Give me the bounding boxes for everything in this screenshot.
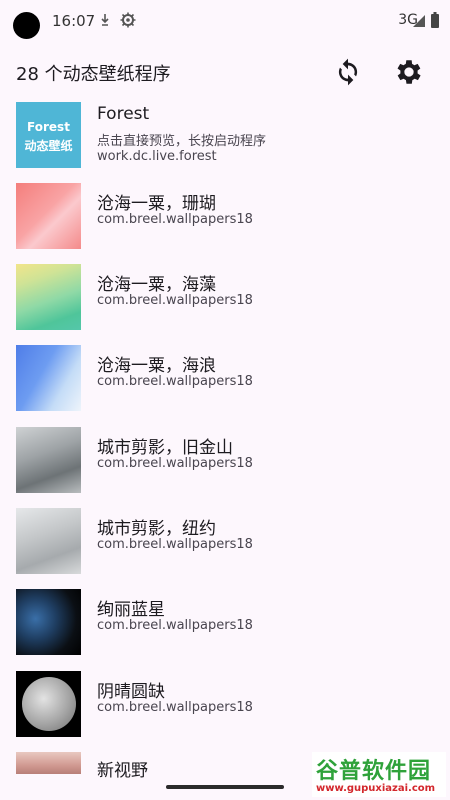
battery-icon [431,12,439,28]
item-package: com.breel.wallpapers18 [97,700,253,715]
gesture-nav-handle[interactable] [166,785,284,789]
list-item-forest[interactable]: Forest 动态壁纸 Forest 点击直接预览，长按启动程序 work.dc… [0,102,450,182]
settings-button[interactable] [393,56,425,88]
item-title: 沧海一粟，海藻 [97,275,216,295]
status-bar: 16:07 3G [0,0,450,44]
item-package: com.breel.wallpapers18 [97,374,253,389]
item-title: 沧海一粟，海浪 [97,356,216,376]
thumbnail-forest: Forest 动态壁纸 [16,102,81,168]
watermark-url: www.gupuxiazai.com [316,783,436,794]
signal-icon [413,15,425,27]
refresh-button[interactable] [332,56,364,88]
item-title: 阴晴圆缺 [97,682,165,702]
watermark-title: 谷普软件园 [316,759,432,784]
item-title: Forest [97,104,150,124]
item-package: com.breel.wallpapers18 [97,618,253,633]
camera-cutout [13,12,40,39]
item-title: 绚丽蓝星 [97,600,165,620]
item-package: com.breel.wallpapers18 [97,212,253,227]
refresh-icon [338,58,358,86]
list-item-coral[interactable]: 沧海一粟，珊瑚 com.breel.wallpapers18 [0,183,450,263]
thumbnail-city-ny [16,508,81,574]
page-title: 28 个动态壁纸程序 [16,64,171,85]
item-package: com.breel.wallpapers18 [97,293,253,308]
list-item-wave[interactable]: 沧海一粟，海浪 com.breel.wallpapers18 [0,345,450,425]
item-title: 城市剪影，纽约 [97,519,216,539]
item-title: 沧海一粟，珊瑚 [97,194,216,214]
moon-image [22,677,76,731]
list-item-city-ny[interactable]: 城市剪影，纽约 com.breel.wallpapers18 [0,508,450,588]
list-item-earth[interactable]: 绚丽蓝星 com.breel.wallpapers18 [0,589,450,669]
watermark-logo: 谷普软件园 www.gupuxiazai.com [312,752,446,797]
thumbnail-moon [16,671,81,737]
app-bar: 28 个动态壁纸程序 [0,44,450,100]
thumbnail-earth [16,589,81,655]
thumbnail-wave [16,345,81,411]
item-title: 新视野 [97,761,148,781]
download-arrow-icon [101,14,109,26]
item-package: com.breel.wallpapers18 [97,456,253,471]
list-item-seaweed[interactable]: 沧海一粟，海藻 com.breel.wallpapers18 [0,264,450,344]
item-description: 点击直接预览，长按启动程序 [97,134,267,149]
item-package: com.breel.wallpapers18 [97,537,253,552]
settings-icon [397,60,421,84]
thumbnail-seaweed [16,264,81,330]
thumbnail-text-2: 动态壁纸 [24,139,73,153]
thumbnail-text-1: Forest [27,120,70,134]
thumbnail-coral [16,183,81,249]
item-package: work.dc.live.forest [97,149,217,164]
list-item-city-sf[interactable]: 城市剪影，旧金山 com.breel.wallpapers18 [0,427,450,507]
status-time: 16:07 [52,12,96,30]
settings-gear-icon [120,12,136,28]
thumbnail-new-view [16,752,81,774]
thumbnail-city-sf [16,427,81,493]
item-title: 城市剪影，旧金山 [97,438,233,458]
list-item-moon[interactable]: 阴晴圆缺 com.breel.wallpapers18 [0,671,450,751]
